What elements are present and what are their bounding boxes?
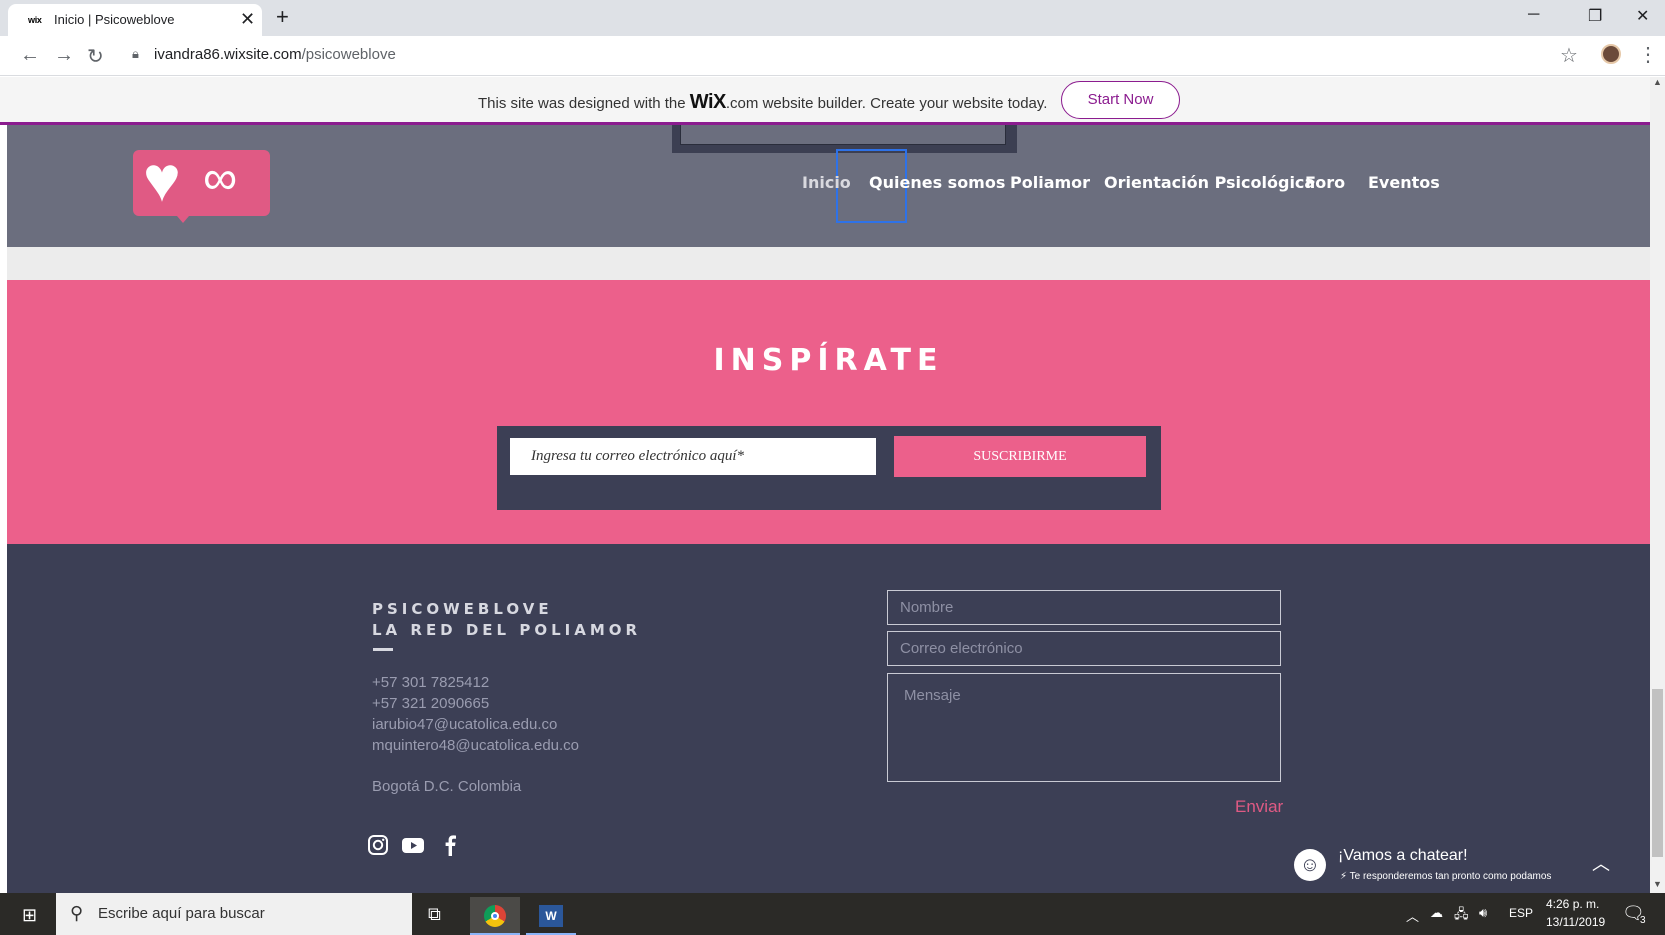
scroll-up-icon[interactable]: ▲ bbox=[1653, 77, 1662, 87]
smiley-icon: ☺ bbox=[1294, 849, 1326, 881]
close-tab-icon[interactable]: ✕ bbox=[240, 9, 255, 30]
browser-tab-bar: wix Inicio | Psicoweblove ✕ + ─ ❐ ✕ bbox=[0, 0, 1665, 36]
footer-brand: PSICOWEBLOVE LA RED DEL POLIAMOR bbox=[372, 599, 641, 641]
contact-send-button[interactable]: Enviar bbox=[1235, 797, 1283, 817]
footer-email-1[interactable]: iarubio47@ucatolica.edu.co bbox=[372, 716, 557, 733]
taskbar-search-box[interactable]: ⚲ Escribe aquí para buscar bbox=[56, 893, 412, 935]
nav-item-poliamor[interactable]: Poliamor bbox=[1010, 173, 1090, 192]
newsletter-email-input[interactable] bbox=[510, 438, 876, 475]
url-host: ivandra86.wixsite.com bbox=[154, 46, 302, 63]
chrome-logo-center bbox=[491, 912, 499, 920]
scrollbar-thumb[interactable] bbox=[1652, 689, 1663, 857]
instagram-icon[interactable] bbox=[367, 834, 389, 856]
subscribe-form: SUSCRIBIRME bbox=[497, 426, 1161, 510]
section-spacer bbox=[7, 247, 1650, 280]
wix-promo-banner: This site was designed with the WiX.com … bbox=[0, 77, 1650, 125]
footer-phone-2: +57 321 2090665 bbox=[372, 695, 490, 712]
nav-item-eventos[interactable]: Eventos bbox=[1368, 173, 1440, 192]
footer-divider bbox=[373, 648, 393, 651]
wix-logo: WiX bbox=[689, 91, 727, 113]
clock-date[interactable]: 13/11/2019 bbox=[1546, 915, 1605, 929]
subscribe-button[interactable]: SUSCRIBIRME bbox=[894, 436, 1146, 477]
page-scrollbar[interactable]: ▲ ▼ bbox=[1650, 77, 1665, 893]
search-icon: ⚲ bbox=[70, 903, 84, 923]
footer-email-2[interactable]: mquintero48@ucatolica.edu.co bbox=[372, 737, 579, 754]
word-logo-icon: W bbox=[539, 905, 563, 927]
task-view-icon[interactable]: ⧉ bbox=[428, 904, 441, 925]
chat-subtitle: ⚡︎ Te responderemos tan pronto como poda… bbox=[1340, 871, 1551, 882]
chrome-logo-icon bbox=[484, 905, 506, 927]
chrome-taskbar-icon[interactable] bbox=[470, 897, 520, 935]
browser-tab[interactable]: wix Inicio | Psicoweblove ✕ bbox=[8, 4, 262, 36]
contact-email-input[interactable] bbox=[887, 631, 1281, 666]
tray-chevron-icon[interactable]: ︿ bbox=[1406, 906, 1419, 925]
header-decoration-inner bbox=[680, 125, 1006, 145]
wix-favicon-icon: wix bbox=[28, 15, 42, 25]
back-icon[interactable]: ← bbox=[20, 44, 40, 67]
forward-icon[interactable]: → bbox=[54, 44, 74, 67]
newsletter-title: INSPÍRATE bbox=[713, 343, 944, 378]
restore-icon[interactable]: ❐ bbox=[1588, 6, 1602, 26]
contact-message-input[interactable] bbox=[887, 673, 1281, 782]
wix-banner-text: This site was designed with the WiX.com … bbox=[478, 91, 1047, 114]
windows-start-icon[interactable]: ⊞ bbox=[22, 905, 37, 926]
scroll-down-icon[interactable]: ▼ bbox=[1653, 879, 1662, 889]
footer-brand-tagline: LA RED DEL POLIAMOR bbox=[372, 621, 642, 639]
onedrive-icon[interactable]: ☁ bbox=[1430, 905, 1443, 921]
chevron-up-icon[interactable]: ︿ bbox=[1592, 850, 1610, 876]
wix-banner-prefix: This site was designed with the bbox=[478, 95, 690, 112]
start-now-button[interactable]: Start Now bbox=[1061, 81, 1180, 119]
notifications-count: 3 bbox=[1640, 915, 1646, 926]
youtube-icon[interactable] bbox=[401, 834, 425, 856]
chat-title: ¡Vamos a chatear! bbox=[1338, 847, 1468, 864]
footer-brand-name: PSICOWEBLOVE bbox=[372, 600, 553, 618]
browser-toolbar: ← → ↻ 🔒︎ ivandra86.wixsite.com/psicowebl… bbox=[0, 36, 1665, 76]
kebab-menu-icon[interactable]: ⋮ bbox=[1638, 42, 1658, 67]
wix-banner-suffix: .com website builder. Create your websit… bbox=[725, 95, 1048, 112]
footer-phone-1: +57 301 7825412 bbox=[372, 674, 490, 691]
nav-item-foro[interactable]: Foro bbox=[1305, 173, 1345, 192]
chat-subtitle-text: Te responderemos tan pronto como podamos bbox=[1349, 871, 1552, 882]
nav-item-inicio[interactable]: Inicio bbox=[802, 173, 851, 192]
profile-avatar[interactable] bbox=[1601, 44, 1621, 64]
address-bar[interactable]: ivandra86.wixsite.com/psicoweblove bbox=[154, 46, 396, 63]
word-taskbar-icon[interactable]: W bbox=[526, 897, 576, 935]
url-path: /psicoweblove bbox=[301, 46, 396, 63]
volume-icon[interactable]: 🔊︎ bbox=[1479, 905, 1487, 921]
reload-icon[interactable]: ↻ bbox=[87, 44, 104, 69]
page-viewport: This site was designed with the WiX.com … bbox=[0, 77, 1665, 893]
facebook-icon[interactable] bbox=[443, 834, 457, 856]
language-indicator[interactable]: ESP bbox=[1509, 906, 1533, 920]
tab-title: Inicio | Psicoweblove bbox=[54, 12, 175, 27]
lock-icon[interactable]: 🔒︎ bbox=[132, 46, 139, 62]
minimize-icon[interactable]: ─ bbox=[1528, 6, 1539, 24]
network-icon[interactable]: 🖧︎ bbox=[1454, 905, 1469, 927]
heart-icon: ♥ bbox=[143, 143, 181, 215]
new-tab-icon[interactable]: + bbox=[276, 4, 289, 30]
windows-taskbar: ⊞ ⚲ Escribe aquí para buscar ⧉ W ︿ ☁ 🖧︎ … bbox=[0, 893, 1665, 935]
footer-location: Bogotá D.C. Colombia bbox=[372, 778, 522, 795]
lightning-icon: ⚡︎ bbox=[1340, 871, 1350, 882]
nav-item-orientacion[interactable]: Orientación Psicológica bbox=[1104, 173, 1315, 192]
infinity-icon: ∞ bbox=[203, 152, 238, 205]
clock-time[interactable]: 4:26 p. m. bbox=[1546, 897, 1599, 911]
bookmark-star-icon[interactable]: ☆ bbox=[1560, 43, 1578, 68]
taskbar-search-placeholder: Escribe aquí para buscar bbox=[98, 905, 265, 922]
site-header: ♥ ∞ Inicio Quienes somos Poliamor Orient… bbox=[7, 125, 1650, 247]
nav-item-quienes-somos[interactable]: Quienes somos bbox=[869, 173, 1005, 192]
close-window-icon[interactable]: ✕ bbox=[1636, 6, 1649, 26]
newsletter-section: INSPÍRATE SUSCRIBIRME bbox=[7, 280, 1650, 544]
chat-widget[interactable]: ☺ ¡Vamos a chatear! ⚡︎ Te responderemos … bbox=[1280, 838, 1625, 890]
contact-name-input[interactable] bbox=[887, 590, 1281, 625]
